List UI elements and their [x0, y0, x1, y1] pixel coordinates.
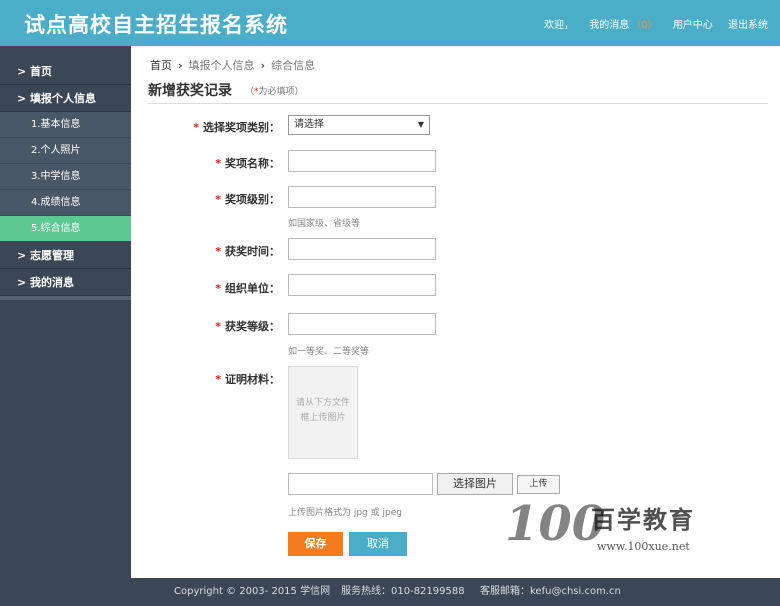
award-type-select[interactable]: 请选择 ▼: [288, 115, 430, 135]
file-path-input[interactable]: [288, 473, 433, 495]
award-level-label: * 奖项级别：: [215, 193, 280, 206]
award-grade-label: * 获奖等级：: [215, 320, 280, 333]
award-level-hint: 如国家级、省级等: [288, 219, 361, 229]
sidebar-sub-comprehensive[interactable]: 5.综合信息: [0, 216, 131, 242]
breadcrumb-home[interactable]: 首页: [150, 59, 172, 72]
required-note: （*为必填项）: [245, 87, 304, 97]
award-time-input[interactable]: [288, 238, 436, 260]
title-divider: [148, 103, 768, 104]
chevron-right-icon: ›: [178, 59, 183, 72]
choose-image-button[interactable]: 选择图片: [437, 473, 513, 495]
header-nav: 欢迎， 我的消息 （0） 用户中心 退出系统: [532, 16, 768, 31]
watermark-logo: 100 百学教育 www.100xue.net: [505, 494, 705, 554]
upload-button[interactable]: 上传: [517, 475, 560, 494]
sidebar-sub-basic-info[interactable]: 1.基本信息: [0, 112, 131, 138]
app-title: 试点高校自主招生报名系统: [24, 13, 288, 37]
sidebar-item-home[interactable]: > 首页: [0, 58, 131, 85]
breadcrumb: 首页 › 填报个人信息 › 综合信息: [150, 57, 315, 73]
my-messages-label: 我的消息: [589, 20, 630, 31]
footer: Copyright © 2003- 2015 学信网 服务热线：010-8219…: [0, 578, 780, 606]
award-name-label: * 奖项名称：: [215, 157, 280, 170]
top-header: 试点高校自主招生报名系统 欢迎， 我的消息 （0） 用户中心 退出系统: [0, 0, 780, 46]
sidebar-item-messages[interactable]: > 我的消息: [0, 269, 131, 296]
chevron-right-icon: ›: [260, 59, 266, 72]
sidebar-sub-photo[interactable]: 2.个人照片: [0, 138, 131, 164]
sidebar-sub-school-info[interactable]: 3.中学信息: [0, 164, 131, 190]
dropdown-arrow-icon: ▼: [417, 120, 424, 129]
organizer-input[interactable]: [288, 274, 436, 296]
award-grade-input[interactable]: [288, 313, 436, 335]
user-center-link[interactable]: 用户中心: [673, 20, 713, 31]
watermark-url: www.100xue.net: [597, 540, 690, 553]
proof-label: * 证明材料：: [215, 373, 280, 386]
format-hint: 上传图片格式为 jpg 或 jpeg: [288, 508, 402, 518]
my-messages-link[interactable]: 我的消息 （0）: [589, 20, 657, 31]
sidebar-sub-grades[interactable]: 4.成绩信息: [0, 190, 131, 216]
award-time-label: * 获奖时间：: [215, 245, 280, 258]
message-count: （0）: [631, 20, 658, 31]
award-level-input[interactable]: [288, 186, 436, 208]
sidebar-item-apply[interactable]: > 填报个人信息: [0, 85, 131, 112]
sidebar-divider: [0, 296, 131, 300]
footer-email: 客服邮箱：kefu@chsi.com.cn: [480, 586, 621, 597]
sidebar: > 首页 > 填报个人信息 1.基本信息 2.个人照片 3.中学信息 4.成绩信…: [0, 46, 131, 578]
breadcrumb-apply[interactable]: 填报个人信息: [189, 59, 255, 72]
sidebar-item-volunteer[interactable]: > 志愿管理: [0, 242, 131, 269]
breadcrumb-current: 综合信息: [271, 59, 316, 72]
image-preview-box: 请从下方文件 框上传图片: [288, 366, 358, 459]
welcome-text: 欢迎，: [544, 20, 575, 31]
award-type-value: 请选择: [294, 119, 324, 130]
logout-link[interactable]: 退出系统: [728, 20, 768, 31]
footer-hotline: 服务热线：010-82199588: [341, 586, 465, 597]
award-type-label: * 选择奖项类别：: [193, 121, 280, 134]
save-button[interactable]: 保存: [288, 532, 343, 556]
footer-copyright: Copyright © 2003- 2015 学信网: [174, 586, 331, 597]
watermark-name: 百学教育: [591, 506, 695, 534]
award-grade-hint: 如一等奖、二等奖等: [288, 347, 370, 357]
organizer-label: * 组织单位：: [215, 282, 280, 295]
award-name-input[interactable]: [288, 150, 436, 172]
cancel-button[interactable]: 取消: [349, 532, 407, 556]
page-title: 新增获奖记录: [148, 83, 232, 99]
